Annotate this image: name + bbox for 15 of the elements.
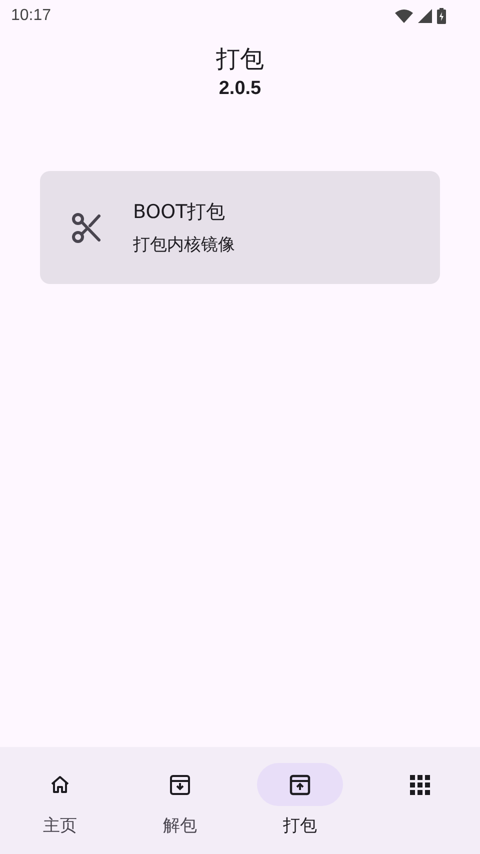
nav-tab[interactable]: 解包	[120, 763, 240, 837]
nav-tab[interactable]: 主页	[0, 763, 120, 837]
page-title: 打包	[216, 44, 264, 75]
signal-icon	[418, 9, 432, 23]
battery-icon	[437, 8, 446, 24]
version-number: 2.0.5	[218, 77, 262, 101]
wifi-icon	[395, 9, 413, 23]
card-title: BOOT打包	[133, 200, 226, 225]
nav-tab[interactable]: 打包	[240, 763, 360, 837]
grid-icon	[408, 772, 432, 796]
status-time: 10:17	[11, 7, 52, 25]
boot-pack-card[interactable]: BOOT打包 打包内核镜像	[40, 171, 440, 284]
archive-upload-icon	[288, 772, 312, 796]
card-subtitle: 打包内核镜像	[133, 234, 235, 256]
archive-download-icon	[168, 772, 192, 796]
